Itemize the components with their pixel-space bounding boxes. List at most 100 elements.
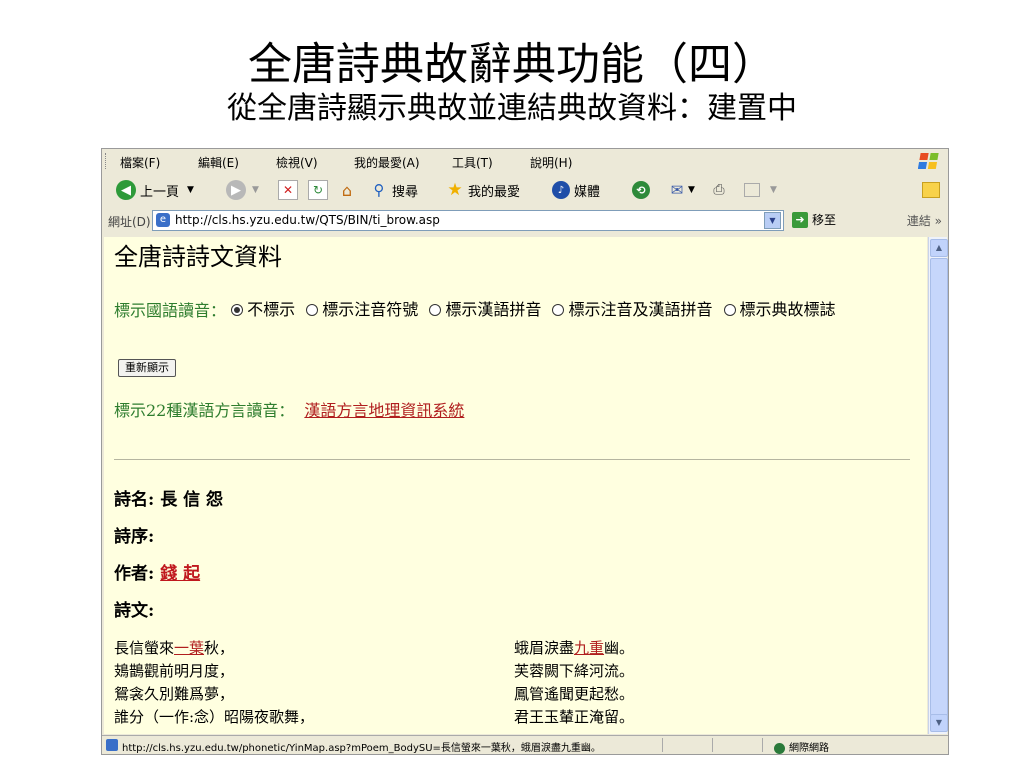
redisplay-button[interactable]: 重新顯示 [118,359,176,377]
refresh-icon: ↻ [308,180,328,200]
preface-label: 詩序: [114,527,155,547]
poem-line: 鳷鵲觀前明月度， [114,662,235,680]
radio-selected-icon[interactable] [231,304,244,316]
print-button[interactable]: ⎙ [710,179,728,201]
poem-text: 秋， [204,639,235,657]
menu-tools[interactable]: 工具(T) [452,154,493,171]
toolbar: ◀ 上一頁 ▼ ▶ ▼ ✕ ↻ ⌂ ⚲ 搜尋 ★ 我的最愛 ♪ 媒體 ⟲ ✉ ▼… [102,173,948,207]
author-link[interactable]: 錢 起 [160,564,200,584]
scroll-up-icon[interactable]: ▲ [930,239,948,257]
favorites-label: 我的最愛 [468,184,521,200]
poem-line: 君王玉輦正淹留。 [514,708,635,726]
favorites-button[interactable]: ★ 我的最愛 [446,179,520,201]
address-label: 網址(D) [108,215,151,229]
divider [114,459,910,460]
poem-line: 鳳管遙聞更起愁。 [514,685,635,703]
radio-icon[interactable] [429,304,442,316]
mail-button[interactable]: ✉ ▼ [668,179,695,201]
poem-text: 蛾眉淚盡 [514,639,575,657]
address-url: http://cls.hs.yzu.edu.tw/QTS/BIN/ti_brow… [175,213,440,227]
radio-icon[interactable] [723,304,736,316]
search-label: 搜尋 [392,184,419,200]
address-bar: 網址(D) e http://cls.hs.yzu.edu.tw/QTS/BIN… [102,207,948,233]
slide-subtitle: 從全唐詩顯示典故並連結典故資料：建置中 [227,91,797,126]
option-zhuyin-label: 標示注音符號 [322,300,419,319]
media-label: 媒體 [574,184,601,200]
print-icon: ⎙ [713,182,725,198]
chevron-down-icon: ▼ [252,185,259,195]
vertical-scrollbar[interactable]: ▲ ▼ [928,237,948,734]
search-button[interactable]: ⚲ 搜尋 [370,179,419,201]
toolbar-grip [105,153,109,169]
option-both[interactable]: 標示注音及漢語拼音 [552,299,712,321]
allusion-link[interactable]: 一葉 [174,639,204,657]
zone-label: 網際網路 [789,743,829,754]
option-pinyin-label: 標示漢語拼音 [445,300,542,319]
poem-line: 蛾眉淚盡九重幽。 [514,637,634,658]
option-zhuyin[interactable]: 標示注音符號 [306,299,418,321]
windows-logo-icon [918,153,939,169]
status-separator [662,738,663,752]
menu-view[interactable]: 檢視(V) [276,154,318,171]
go-button[interactable]: ➜ 移至 [792,211,836,228]
home-button[interactable]: ⌂ [338,179,356,201]
links-label: 連結 [906,214,931,228]
allusion-link[interactable]: 九重 [574,639,604,657]
radio-icon[interactable] [552,304,565,316]
chevron-down-icon: ▼ [187,185,194,195]
security-zone: 網際網路 [774,739,829,754]
option-both-label: 標示注音及漢語拼音 [568,300,713,319]
forward-arrow-icon: ▶ [226,180,246,200]
menu-favorites[interactable]: 我的最愛(A) [354,154,420,171]
forward-button[interactable]: ▶ ▼ [226,179,259,201]
author-label: 作者: [114,564,155,584]
links-button[interactable]: 連結 » [907,212,942,229]
go-label: 移至 [812,213,837,227]
status-bar: http://cls.hs.yzu.edu.tw/phonetic/YinMap… [102,735,948,754]
page-content: 全唐詩詩文資料 標示國語讀音： 不標示 標示注音符號 標示漢語拼音 標示注音及漢… [104,237,927,734]
media-icon: ♪ [552,181,570,199]
stop-button[interactable]: ✕ [278,179,298,201]
chevron-down-icon[interactable]: ▼ [764,212,781,229]
page-heading: 全唐詩詩文資料 [114,243,282,271]
dialect-row: 標示22種漢語方言讀音： 漢語方言地理資訊系統 [114,397,464,421]
phonetic-label: 標示國語讀音： [114,301,227,320]
poem-name-row: 詩名: 長 信 怨 [114,485,223,510]
back-arrow-icon: ◀ [116,180,136,200]
dialect-label: 標示22種漢語方言讀音： [114,401,295,420]
menu-help[interactable]: 說明(H) [530,154,572,171]
menu-file[interactable]: 檔案(F) [120,154,160,171]
poem-text: 幽。 [604,639,635,657]
radio-icon[interactable] [306,304,319,316]
go-arrow-icon: ➜ [792,211,808,228]
edit-icon [744,183,760,197]
scroll-thumb[interactable] [930,258,948,716]
chevron-down-icon: ▼ [688,185,695,195]
option-none[interactable]: 不標示 [231,299,295,321]
edit-button[interactable]: ▼ [744,179,777,201]
star-icon: ★ [447,180,463,200]
ie-page-icon [106,739,118,751]
address-input[interactable]: e http://cls.hs.yzu.edu.tw/QTS/BIN/ti_br… [152,210,784,231]
mail-icon: ✉ [670,181,684,199]
poem-name-label: 詩名: [114,490,155,510]
history-icon: ⟲ [632,181,650,199]
scroll-down-icon[interactable]: ▼ [930,714,948,732]
home-icon: ⌂ [341,180,353,200]
poem-line: 鴛衾久別難爲夢， [114,685,235,703]
history-button[interactable]: ⟲ [632,179,650,201]
option-allusion-label: 標示典故標誌 [739,300,836,319]
poem-text: 長信螢來 [114,639,175,657]
option-allusion[interactable]: 標示典故標誌 [723,299,836,321]
back-label: 上一頁 [140,184,180,200]
status-separator [712,738,713,752]
option-pinyin[interactable]: 標示漢語拼音 [429,299,541,321]
globe-icon [774,742,785,754]
dialect-link[interactable]: 漢語方言地理資訊系統 [304,401,464,420]
back-button[interactable]: ◀ 上一頁 ▼ [116,179,194,201]
media-button[interactable]: ♪ 媒體 [552,179,600,201]
refresh-page-button[interactable]: ↻ [308,179,328,201]
menu-edit[interactable]: 編輯(E) [198,154,239,171]
messenger-button[interactable] [922,179,940,201]
search-icon: ⚲ [373,181,385,199]
